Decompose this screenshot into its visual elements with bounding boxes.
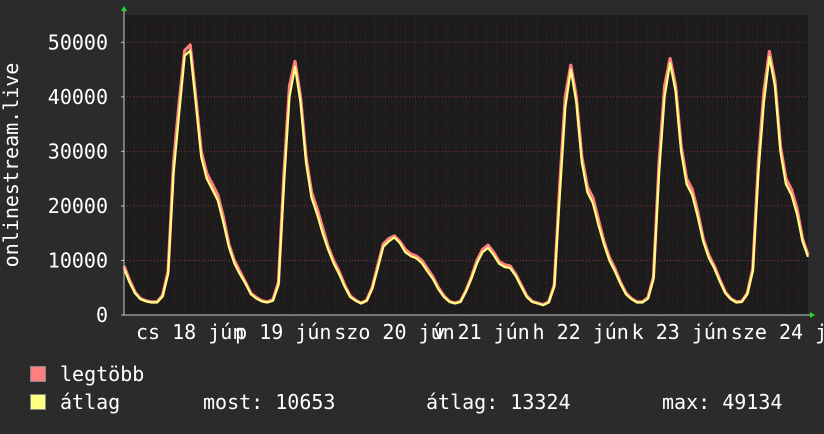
y-tick-label: 40000 xyxy=(48,85,108,109)
y-tick-label: 50000 xyxy=(48,30,108,54)
x-tick-label: p 19 jún xyxy=(235,320,331,344)
y-axis-arrow xyxy=(121,6,127,11)
y-tick-label: 20000 xyxy=(48,194,108,218)
stat-max: max: 49134 xyxy=(662,390,783,414)
legend-item-max: legtöbb xyxy=(30,362,144,386)
x-tick-label: h 22 jún xyxy=(533,320,629,344)
x-axis-arrow xyxy=(810,312,815,318)
y-axis-label: onlinestream.live xyxy=(0,63,23,268)
stat-now: most: 10653 xyxy=(203,390,336,414)
stat-avg: átlag: 13324 xyxy=(426,390,571,414)
legend-item-avg: átlag most: 10653 átlag: 13324 max: 4913… xyxy=(30,390,810,414)
y-tick-label: 10000 xyxy=(48,248,108,272)
x-tick-label: sze 24 jú xyxy=(731,320,824,344)
x-tick-label: v 21 jún xyxy=(433,320,529,344)
y-tick-label: 0 xyxy=(96,303,108,327)
x-tick-label: cs 18 jún xyxy=(136,320,244,344)
legend-swatch-max xyxy=(30,366,46,382)
legend-label-max: legtöbb xyxy=(60,362,145,386)
y-tick-label: 30000 xyxy=(48,139,108,163)
x-tick-label: k 23 jún xyxy=(632,320,728,344)
legend-label-avg: átlag xyxy=(60,390,121,414)
legend-swatch-avg xyxy=(30,394,46,410)
